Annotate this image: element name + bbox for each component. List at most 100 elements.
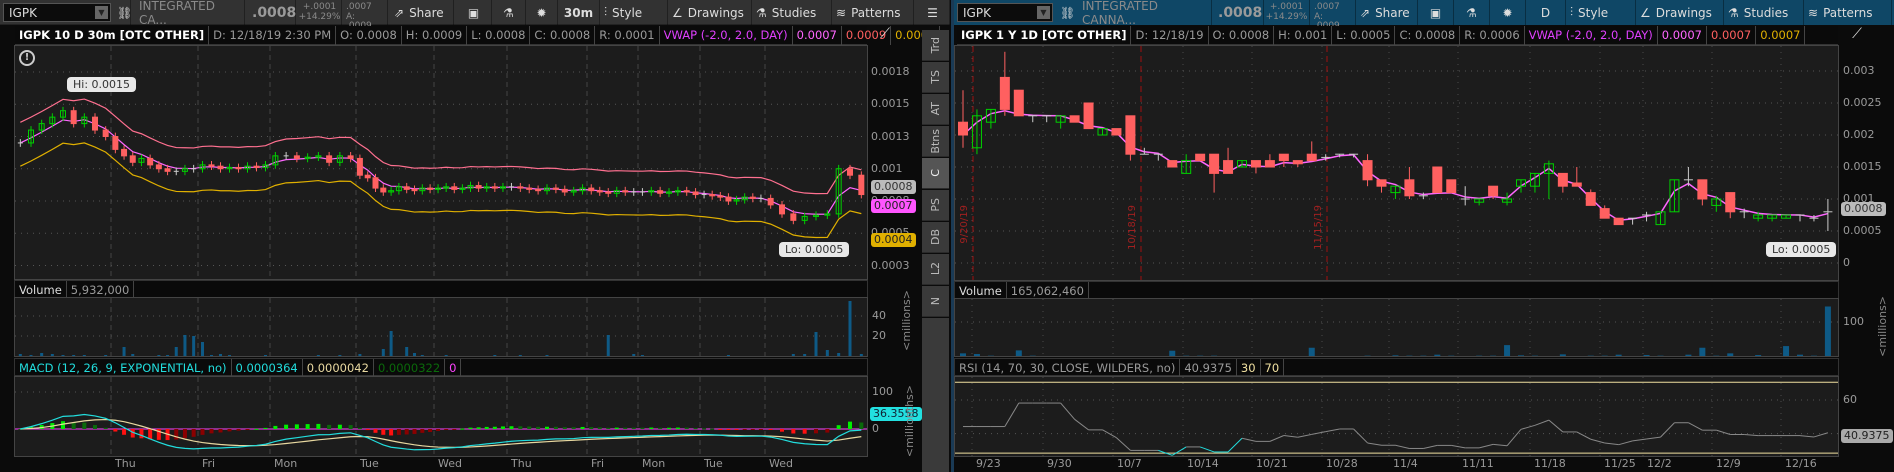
drawings-button[interactable]: ∠ Drawings (668, 0, 752, 25)
volume-bar (131, 354, 135, 356)
candle (999, 51, 1010, 116)
price-axis-label: 0.0025 (1843, 96, 1882, 109)
candle-down (709, 194, 716, 197)
link-icon[interactable]: ⛓ (113, 0, 132, 25)
vwap-study-label[interactable]: VWAP (-2.0, 2.0, DAY) (1525, 26, 1658, 45)
candle (813, 211, 819, 221)
candle (181, 164, 188, 176)
style-button[interactable]: ⫶ Style (600, 0, 668, 25)
candle-down (1725, 192, 1736, 213)
candle-down (1125, 115, 1136, 155)
candle (570, 186, 577, 196)
side-tab-trd[interactable]: Trd (922, 30, 949, 61)
gear-icon[interactable]: ✹ (526, 0, 558, 25)
time-axis-label: Wed (769, 457, 793, 470)
macd-histogram-bar (420, 429, 425, 433)
rsi-chart[interactable] (955, 377, 1838, 456)
flask-icon[interactable]: ⚗ (1454, 0, 1490, 25)
side-tab-db[interactable]: DB (922, 222, 949, 253)
patterns-button[interactable]: ≋ Patterns (1804, 0, 1892, 25)
side-tab-ps[interactable]: PS (922, 190, 949, 221)
macd-histogram-bar (631, 427, 636, 429)
right-volume-chart[interactable] (955, 299, 1838, 356)
volume-header: Volume 165,062,460 (954, 281, 1839, 301)
side-tab-label: L2 (929, 262, 942, 276)
candle (1446, 179, 1457, 194)
price-axis-label: 0.001 (871, 161, 903, 175)
info-icon[interactable]: ▣ (1418, 0, 1454, 25)
candle (508, 182, 514, 191)
symbol-input[interactable]: IGPK ▼ (957, 3, 1053, 22)
candle-down (411, 188, 418, 192)
left-price-chart[interactable] (15, 46, 867, 279)
share-button[interactable]: ⇗ Share (390, 0, 454, 25)
candle (1028, 115, 1038, 123)
timeframe-button[interactable]: D (1526, 0, 1566, 25)
candle (1683, 167, 1693, 187)
volume-bar (82, 355, 86, 356)
link-icon[interactable]: ⛓ (1056, 0, 1075, 25)
patterns-icon: ≋ (1808, 5, 1819, 20)
candle (631, 188, 637, 196)
vwap-value: 0.0007 (1658, 26, 1707, 45)
macd-chart[interactable] (15, 377, 867, 456)
volume-bar (389, 331, 393, 356)
candle (517, 182, 524, 192)
volume-bar (1518, 355, 1524, 356)
volume-bar (381, 349, 385, 356)
left-volume-chart[interactable] (15, 298, 867, 356)
drawing-icon: ∠ (672, 5, 683, 20)
macd-histogram-bar (562, 427, 567, 429)
chevron-down-icon[interactable]: ▼ (1037, 6, 1050, 19)
time-axis-label: Mon (274, 457, 298, 470)
macd-histogram-bar (396, 429, 401, 435)
candle (1278, 153, 1289, 167)
candle (70, 106, 77, 128)
candle (1097, 128, 1108, 136)
side-tab-c[interactable]: C (922, 158, 949, 189)
macd-histogram-bar (348, 425, 353, 429)
side-tab-btns[interactable]: Btns (922, 126, 949, 157)
macd-histogram-bar (859, 422, 864, 429)
right-price-chart[interactable] (955, 46, 1838, 280)
volume-bar (1783, 346, 1790, 356)
vwap-study-label[interactable]: VWAP (-2.0, 2.0, DAY) (660, 26, 793, 45)
candle-down (1209, 153, 1220, 174)
style-button[interactable]: ⫶ Style (1566, 0, 1636, 25)
header-open: O: 0.0008 (1209, 26, 1275, 45)
menu-icon[interactable]: ☰ (916, 0, 950, 25)
alert-icon[interactable]: ! (19, 50, 35, 66)
timeframe-button[interactable]: 30m (558, 0, 600, 25)
macd-histogram-bar (614, 427, 619, 429)
info-icon[interactable]: ▣ (456, 0, 492, 25)
volume-bar (18, 354, 22, 356)
candle (1432, 166, 1443, 194)
studies-quick-icon[interactable]: ⟋ (870, 26, 900, 45)
candle-down (1264, 160, 1275, 168)
chevron-down-icon[interactable]: ▼ (95, 6, 108, 19)
studies-button[interactable]: ⚗ Studies (752, 0, 832, 25)
candle-down (535, 188, 542, 192)
macd-histogram-bar (412, 429, 417, 434)
side-tab-n[interactable]: N (922, 286, 949, 317)
candle-down (1013, 89, 1024, 117)
last-price: .0008 (1214, 0, 1264, 25)
candle-down (1083, 102, 1094, 130)
studies-button[interactable]: ⚗ Studies (1724, 0, 1804, 25)
side-tab-ts[interactable]: TS (922, 62, 949, 93)
macd-histogram-bar (509, 426, 514, 429)
patterns-button[interactable]: ≋ Patterns (832, 0, 914, 25)
rsi-line (1590, 438, 1605, 444)
studies-quick-icon[interactable]: ⟋ (1842, 26, 1872, 45)
header-open: O: 0.0008 (336, 26, 402, 45)
symbol-input[interactable]: IGPK ▼ (3, 3, 111, 22)
side-tab-at[interactable]: AT (922, 94, 949, 125)
gear-icon[interactable]: ✹ (1490, 0, 1526, 25)
drawings-button[interactable]: ∠ Drawings (1636, 0, 1724, 25)
flask-icon[interactable]: ⚗ (492, 0, 526, 25)
share-button[interactable]: ⇗ Share (1356, 0, 1418, 25)
side-tab-l2[interactable]: L2 (922, 254, 949, 285)
time-axis-label: Thu (511, 457, 532, 470)
volume-bar (1615, 354, 1622, 356)
macd-axis-label: 0 (872, 422, 879, 435)
